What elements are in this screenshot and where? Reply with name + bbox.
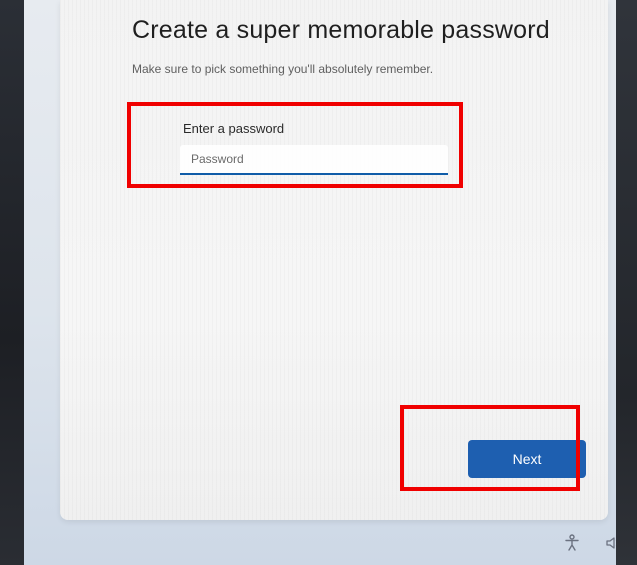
setup-screen: Create a super memorable password Make s… (24, 0, 616, 565)
page-title: Create a super memorable password (132, 16, 550, 44)
password-label: Enter a password (183, 121, 285, 136)
password-dialog: Create a super memorable password Make s… (60, 0, 608, 520)
accessibility-glyph (565, 534, 579, 551)
volume-icon[interactable] (605, 534, 616, 552)
next-button[interactable]: Next (468, 440, 586, 478)
page-subtitle: Make sure to pick something you'll absol… (132, 62, 434, 76)
accessibility-icon[interactable] (563, 534, 581, 552)
volume-glyph (606, 537, 616, 549)
password-input[interactable] (180, 145, 448, 175)
photo-frame: Create a super memorable password Make s… (0, 0, 637, 565)
